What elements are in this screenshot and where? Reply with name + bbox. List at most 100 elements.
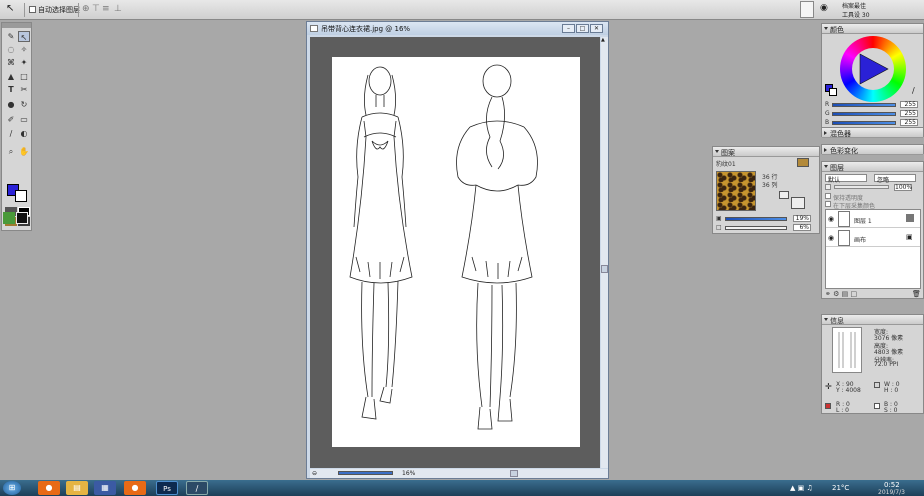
zoom-out-icon[interactable]: ⊖: [312, 470, 317, 477]
texture-swatch[interactable]: [16, 212, 28, 224]
pattern-scale-slider[interactable]: [725, 217, 787, 221]
bg-color-chip[interactable]: [829, 88, 837, 96]
auto-select-checkbox[interactable]: [29, 6, 36, 13]
gear-icon[interactable]: ◉: [820, 3, 828, 13]
new-layer-icon[interactable]: □: [850, 290, 857, 298]
hand-tool-icon[interactable]: ✋: [18, 146, 30, 157]
navigator-thumbnail[interactable]: [832, 327, 862, 373]
scissors-tool-icon[interactable]: ✂: [18, 84, 30, 95]
color-wheel[interactable]: [840, 36, 906, 102]
canvas-paper[interactable]: [332, 57, 580, 447]
vertical-scrollbar[interactable]: ▲: [601, 37, 608, 468]
pattern-menu-icon[interactable]: [797, 158, 809, 167]
gradient-swatch[interactable]: [3, 212, 15, 224]
channel-r-slider[interactable]: [832, 103, 896, 107]
channel-g-value[interactable]: 255: [900, 110, 918, 117]
photoshop-icon[interactable]: Ps: [156, 481, 178, 495]
select-tool-icon[interactable]: ↖: [18, 31, 30, 42]
color-variation-header[interactable]: 色彩变化: [822, 145, 923, 155]
color-panel-header[interactable]: 颜色: [822, 24, 923, 34]
leopard-pattern-preview[interactable]: [716, 171, 756, 211]
eyedropper-icon[interactable]: ∕: [912, 86, 915, 95]
lasso-tool-icon[interactable]: ◌: [5, 44, 17, 55]
transform-icon[interactable]: ⊕: [82, 4, 90, 14]
pattern-blend-slider[interactable]: [725, 226, 787, 230]
scroll-thumb[interactable]: [601, 265, 608, 273]
brush-tool-icon[interactable]: ✎: [5, 31, 17, 42]
zoom-tool-icon[interactable]: ⌕: [5, 146, 17, 157]
collapse-icon[interactable]: [824, 165, 828, 168]
color-sets-header[interactable]: 混色器: [822, 128, 923, 138]
brush-preview-icon[interactable]: [800, 1, 814, 18]
hscroll-thumb[interactable]: [510, 470, 518, 477]
zoom-slider[interactable]: [338, 471, 393, 475]
opacity-value[interactable]: 100%: [894, 184, 912, 191]
pencil-tool-icon[interactable]: ✐: [5, 114, 17, 125]
delete-layer-icon[interactable]: 🗑: [912, 290, 921, 298]
firefox-icon[interactable]: ●: [124, 481, 146, 495]
info-header[interactable]: 信息: [822, 315, 923, 325]
eye-icon[interactable]: ◉: [828, 215, 834, 223]
layer-row[interactable]: ◉ 画布 ▣: [826, 229, 920, 247]
move-tool-icon[interactable]: ↖: [6, 3, 20, 17]
document-statusbar: ⊖ 16%: [310, 469, 608, 478]
rect-select-icon[interactable]: □: [18, 71, 30, 82]
pattern-blend-value[interactable]: 6%: [793, 224, 811, 231]
layers-header[interactable]: 图层: [822, 162, 923, 172]
blend-mode-select[interactable]: 默认: [825, 174, 867, 184]
channel-b-slider[interactable]: [832, 121, 896, 125]
align-bottom-icon[interactable]: ⊥: [114, 4, 122, 14]
tile-icon[interactable]: [779, 191, 789, 199]
channel-g-slider[interactable]: [832, 112, 896, 116]
fx-icon[interactable]: ⚙: [833, 290, 839, 298]
pattern-scale-value[interactable]: 19%: [793, 215, 811, 222]
scroll-up-icon[interactable]: ▲: [601, 37, 608, 44]
maximize-button[interactable]: □: [576, 24, 589, 33]
document-window[interactable]: 吊带背心连衣裙.jpg @ 16% – □ ✕ ▲ ⊖ 16%: [306, 21, 609, 479]
app-icon[interactable]: ▦: [94, 481, 116, 495]
canvas-area[interactable]: [310, 37, 600, 468]
layer-row[interactable]: ◉ 图层 1: [826, 210, 920, 228]
preserve-transparency-checkbox[interactable]: [825, 193, 831, 199]
transform-tool-icon[interactable]: ✦: [18, 57, 30, 68]
color-triangle[interactable]: [854, 50, 892, 88]
bucket-tool-icon[interactable]: ▲: [5, 71, 17, 82]
patterns-header[interactable]: 图案: [713, 147, 819, 157]
painter-icon[interactable]: ∕: [186, 481, 208, 495]
opacity-slider[interactable]: [834, 185, 889, 189]
document-titlebar[interactable]: 吊带背心连衣裙.jpg @ 16% – □ ✕: [307, 22, 608, 35]
collapse-icon[interactable]: [824, 27, 828, 30]
eye-icon[interactable]: ◉: [828, 234, 834, 242]
folder-icon[interactable]: ▤: [66, 481, 88, 495]
color-variation-panel[interactable]: 色彩变化: [821, 144, 924, 155]
expand-icon[interactable]: [824, 148, 827, 152]
composite-select[interactable]: 忽略: [874, 174, 916, 184]
align-center-icon[interactable]: ≡: [102, 4, 110, 14]
rotate-tool-icon[interactable]: ↻: [18, 99, 30, 110]
collapse-icon[interactable]: [824, 318, 828, 321]
align-top-icon[interactable]: ⊤: [92, 4, 100, 14]
channel-b-value[interactable]: 255: [900, 119, 918, 126]
expand-icon[interactable]: [824, 131, 827, 135]
eraser-tool-icon[interactable]: ▭: [18, 114, 30, 125]
magic-wand-icon[interactable]: ✧: [18, 44, 30, 55]
link-icon[interactable]: ⚭: [825, 290, 831, 298]
eyedropper-tool-icon[interactable]: ∕: [5, 128, 17, 139]
close-button[interactable]: ✕: [590, 24, 603, 33]
tray-icons[interactable]: ▲ ▣ ♫: [790, 484, 813, 492]
lock-icon[interactable]: [825, 184, 831, 190]
background-color-swatch[interactable]: [15, 190, 27, 202]
channel-r-value[interactable]: 255: [900, 101, 918, 108]
color-sets-panel[interactable]: 混色器: [821, 127, 924, 138]
browser-icon[interactable]: ●: [38, 481, 60, 495]
collapse-icon[interactable]: [715, 150, 719, 153]
new-group-icon[interactable]: ▤: [842, 290, 849, 298]
text-tool-icon[interactable]: T: [5, 84, 17, 95]
sample-below-checkbox[interactable]: [825, 201, 831, 207]
blend-tool-icon[interactable]: ◐: [18, 128, 30, 139]
tile-large-icon[interactable]: [791, 197, 805, 209]
start-button[interactable]: ⊞: [3, 481, 21, 495]
shape-tool-icon[interactable]: ●: [5, 99, 17, 110]
minimize-button[interactable]: –: [562, 24, 575, 33]
crop-tool-icon[interactable]: ⌘: [5, 57, 17, 68]
